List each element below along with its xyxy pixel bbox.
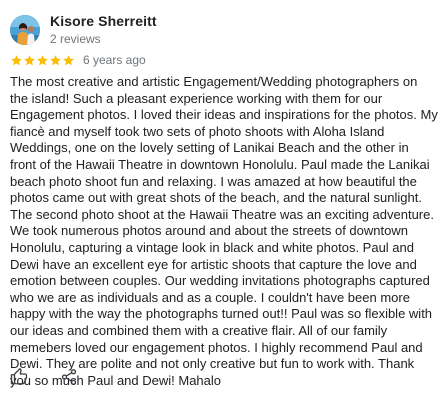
like-button[interactable] <box>10 368 28 386</box>
star-icon <box>49 54 62 67</box>
share-button[interactable] <box>60 368 78 386</box>
rating-row: 6 years ago <box>10 53 146 67</box>
profile-photo-icon <box>10 14 40 45</box>
review-card: Kisore Sherreitt 2 reviews 6 years ago T… <box>0 0 444 403</box>
star-icon <box>23 54 36 67</box>
star-rating <box>10 54 75 67</box>
reviewer-identity: Kisore Sherreitt 2 reviews <box>50 14 157 45</box>
share-icon <box>61 369 77 385</box>
thumbs-up-icon <box>10 368 28 385</box>
avatar[interactable] <box>10 14 40 45</box>
review-text: The most creative and artistic Engagemen… <box>10 74 438 388</box>
reviewer-reviews-count: 2 reviews <box>50 32 101 46</box>
star-icon <box>62 54 75 67</box>
reviewer-name[interactable]: Kisore Sherreitt <box>50 14 157 28</box>
review-time: 6 years ago <box>83 53 146 67</box>
star-icon <box>36 54 49 67</box>
review-actions <box>10 368 78 386</box>
review-header: Kisore Sherreitt 2 reviews <box>10 14 157 45</box>
star-icon <box>10 54 23 67</box>
